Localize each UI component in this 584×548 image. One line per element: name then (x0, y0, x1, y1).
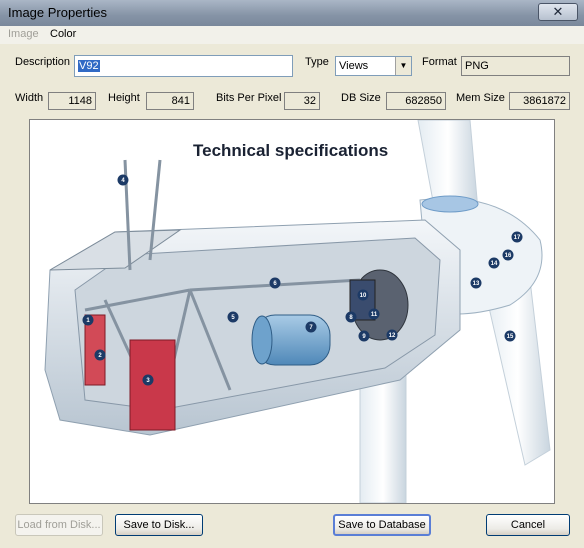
marker-12: 12 (386, 329, 398, 341)
close-button[interactable]: ✕ (538, 3, 578, 21)
memsize-field: 3861872 (509, 92, 570, 110)
height-label: Height (108, 92, 140, 104)
marker-11: 11 (368, 308, 380, 320)
menu-bar: Image Color (0, 26, 584, 44)
marker-1: 1 (82, 314, 94, 326)
height-field: 841 (146, 92, 194, 110)
marker-7: 7 (305, 321, 317, 333)
width-label: Width (15, 92, 44, 104)
svg-text:15: 15 (507, 334, 514, 340)
format-field: PNG (461, 56, 570, 76)
save-to-disk-button[interactable]: Save to Disk... (115, 514, 203, 536)
dbsize-label: DB Size (341, 92, 381, 104)
window-title: Image Properties (8, 5, 107, 20)
marker-16: 16 (502, 249, 514, 261)
marker-10: 10 (357, 289, 369, 301)
bpp-label: Bits Per Pixel (216, 92, 282, 104)
description-label: Description (15, 56, 71, 68)
marker-17: 17 (511, 231, 523, 243)
cancel-button[interactable]: Cancel (486, 514, 570, 536)
marker-4: 4 (117, 174, 129, 186)
marker-15: 15 (504, 330, 516, 342)
svg-text:14: 14 (491, 261, 498, 267)
menu-image[interactable]: Image (8, 28, 39, 40)
marker-8: 8 (345, 311, 357, 323)
bpp-field: 32 (284, 92, 320, 110)
marker-14: 14 (488, 257, 500, 269)
svg-text:16: 16 (505, 253, 512, 259)
title-bar: Image Properties ✕ (0, 0, 584, 27)
type-value: Views (339, 60, 369, 72)
marker-13: 13 (470, 277, 482, 289)
format-value: PNG (465, 60, 489, 72)
close-icon: ✕ (552, 4, 564, 19)
save-to-database-button[interactable]: Save to Database (333, 514, 431, 536)
chevron-down-icon[interactable]: ▼ (395, 57, 411, 75)
image-heading: Technical specifications (193, 141, 388, 160)
turbine-nacelle-illustration: Technical specifications 1 2 3 4 5 6 7 8… (30, 120, 554, 503)
svg-text:11: 11 (371, 312, 378, 318)
svg-text:17: 17 (514, 235, 521, 241)
format-label: Format (422, 56, 457, 68)
type-select[interactable]: Views ▼ (335, 56, 412, 76)
description-value: V92 (78, 60, 100, 72)
marker-5: 5 (227, 311, 239, 323)
memsize-label: Mem Size (456, 92, 505, 104)
svg-text:10: 10 (360, 293, 367, 299)
width-field: 1148 (48, 92, 96, 110)
marker-6: 6 (269, 277, 281, 289)
marker-9: 9 (358, 330, 370, 342)
description-input[interactable]: V92 (74, 55, 293, 77)
svg-text:12: 12 (389, 333, 396, 339)
menu-color[interactable]: Color (50, 28, 76, 40)
svg-text:13: 13 (473, 281, 480, 287)
image-preview: Technical specifications 1 2 3 4 5 6 7 8… (29, 119, 555, 504)
marker-2: 2 (94, 349, 106, 361)
marker-3: 3 (142, 374, 154, 386)
type-label: Type (305, 56, 329, 68)
load-from-disk-button[interactable]: Load from Disk... (15, 514, 103, 536)
dbsize-field: 682850 (386, 92, 446, 110)
